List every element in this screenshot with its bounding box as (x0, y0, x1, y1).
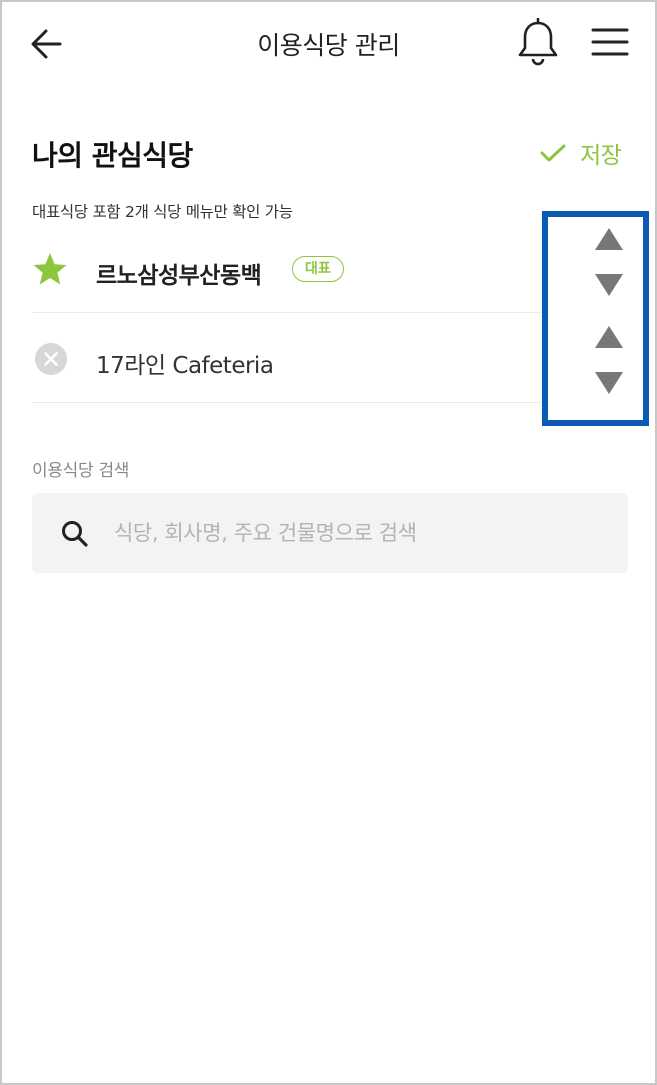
favorite-item: 17라인 Cafeteria (32, 314, 629, 404)
check-icon (540, 144, 566, 162)
hamburger-menu-icon (591, 28, 629, 56)
favorites-hint: 대표식당 포함 2개 식당 메뉴만 확인 가능 (32, 203, 293, 221)
remove-circle-icon[interactable] (34, 342, 68, 376)
triangle-up-icon (595, 326, 623, 348)
menu-button[interactable] (590, 22, 630, 62)
divider (32, 312, 542, 313)
triangle-up-icon (595, 228, 623, 250)
search-bar[interactable] (32, 493, 628, 573)
move-up-button[interactable] (589, 224, 629, 254)
move-up-button[interactable] (589, 322, 629, 352)
restaurant-name: 르노삼성부산동백 (96, 263, 262, 289)
save-button[interactable]: 저장 (540, 136, 622, 170)
search-section-label: 이용식당 검색 (32, 461, 130, 481)
star-icon[interactable] (32, 252, 68, 286)
search-input[interactable] (114, 511, 594, 555)
triangle-down-icon (595, 274, 623, 296)
restaurant-name: 17라인 Cafeteria (96, 353, 274, 379)
save-label: 저장 (580, 143, 622, 169)
move-down-button[interactable] (589, 368, 629, 398)
app-header: 이용식당 관리 (2, 2, 655, 86)
move-down-button[interactable] (589, 270, 629, 300)
triangle-down-icon (595, 372, 623, 394)
bell-icon (518, 17, 558, 66)
search-icon (62, 521, 88, 547)
favorites-title: 나의 관심식당 (32, 139, 193, 172)
favorite-item: 르노삼성부산동백 대표 (32, 224, 629, 314)
screen: 이용식당 관리 나의 관심식당 저장 대표식당 포함 2개 식당 메뉴만 확인 … (0, 0, 657, 1085)
notification-button[interactable] (516, 17, 560, 66)
divider (32, 402, 542, 403)
representative-badge: 대표 (292, 256, 344, 282)
